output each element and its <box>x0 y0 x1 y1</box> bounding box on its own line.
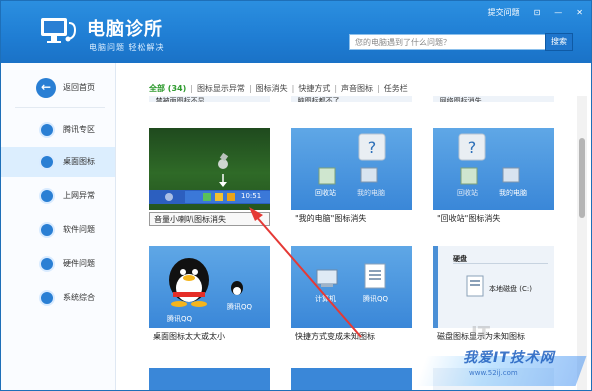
sidebar: ← 返回首页 腾讯专区 桌面图标 上网异常 软件问题 硬件问题 系统综合 <box>1 63 116 390</box>
search-button[interactable]: 搜索 <box>545 33 573 51</box>
recycle-bin-label: 回收站 <box>315 189 336 197</box>
sidebar-item-internet[interactable]: 上网异常 <box>1 181 115 211</box>
divider <box>15 107 105 108</box>
card-caption: "回收站"图标消失 <box>437 214 501 223</box>
card-caption: 快捷方式变成未知图标 <box>295 332 375 341</box>
sidebar-item-label: 桌面图标 <box>63 157 95 166</box>
search-input[interactable]: 您的电脑遇到了什么问题？ <box>349 34 547 50</box>
watermark-logo: 我爱IT技术网 <box>463 350 555 366</box>
partial-card <box>149 368 270 390</box>
disk-c-label: 本地磁盘 (C:) <box>489 285 532 293</box>
help-icon: ? <box>318 133 386 185</box>
card-recycle-bin[interactable]: ? 回收站 我的电脑 "回收站"图标消失 <box>433 128 554 228</box>
qq-label-small: 腾讯QQ <box>227 303 253 311</box>
card-thumbnail: 计算机 腾讯QQ <box>291 246 412 328</box>
app-title: 电脑诊所 <box>87 19 163 40</box>
sidebar-item-system[interactable]: 系统综合 <box>1 283 115 313</box>
window-controls: 提交问题 ⊡ — ✕ <box>488 7 583 18</box>
card-grid: ...禁被面图标不显... ...脑图标都不了 ...网络图标消失 10:51 … <box>117 96 577 390</box>
card-caption: 桌面图标太大或太小 <box>153 332 225 341</box>
card-my-computer[interactable]: ? 回收站 我的电脑 "我的电脑"图标消失 <box>291 128 412 228</box>
card-volume-icon[interactable]: 10:51 音量小喇叭图标消失 <box>149 128 270 228</box>
app-subtitle: 电脑问题 轻松解决 <box>89 43 165 52</box>
back-home-label: 返回首页 <box>63 83 95 92</box>
partial-card: ...网络图标消失 <box>433 96 554 102</box>
tab-icon-missing[interactable]: 图标消失 <box>256 83 288 94</box>
sidebar-item-label: 硬件问题 <box>63 259 95 268</box>
sidebar-item-hardware[interactable]: 硬件问题 <box>1 249 115 279</box>
scrollbar-thumb[interactable] <box>579 138 585 218</box>
sidebar-item-tencent[interactable]: 腾讯专区 <box>1 115 115 145</box>
sidebar-item-label: 软件问题 <box>63 225 95 234</box>
sidebar-item-desktop-icons[interactable]: 桌面图标 <box>1 147 115 177</box>
watermark-url: www.52ij.com <box>469 369 518 377</box>
qq-label: 腾讯QQ <box>167 315 193 323</box>
partial-card: ...禁被面图标不显... <box>149 96 270 102</box>
card-shortcut-unknown[interactable]: 计算机 腾讯QQ 快捷方式变成未知图标 <box>291 246 412 346</box>
tab-shortcut[interactable]: 快捷方式 <box>298 83 330 94</box>
tencent-icon <box>39 122 55 138</box>
partial-card <box>291 368 412 390</box>
skin-icon[interactable]: ⊡ <box>534 8 541 17</box>
svg-text:?: ? <box>368 138 377 157</box>
computer-label: 计算机 <box>315 295 336 303</box>
ie-icon <box>39 188 55 204</box>
card-icon-size[interactable]: 腾讯QQ 腾讯QQ 桌面图标太大或太小 <box>149 246 270 346</box>
header-bar: 电脑诊所 电脑问题 轻松解决 提交问题 ⊡ — ✕ 您的电脑遇到了什么问题？ 搜… <box>1 1 591 63</box>
help-icon: ? <box>458 133 520 185</box>
qq-label: 腾讯QQ <box>363 295 389 303</box>
minimize-button[interactable]: — <box>554 8 562 17</box>
scrollbar[interactable] <box>577 96 587 390</box>
submit-question-link[interactable]: 提交问题 <box>488 7 520 18</box>
recycle-bin-label: 回收站 <box>457 189 478 197</box>
svg-text:?: ? <box>468 138 477 157</box>
my-computer-label: 我的电脑 <box>499 189 527 197</box>
watermark-faint: IT <box>471 323 490 344</box>
sidebar-item-software[interactable]: 软件问题 <box>1 215 115 245</box>
app-window: 电脑诊所 电脑问题 轻松解决 提交问题 ⊡ — ✕ 您的电脑遇到了什么问题？ 搜… <box>0 0 592 391</box>
my-computer-label: 我的电脑 <box>357 189 385 197</box>
back-home-button[interactable]: ← 返回首页 <box>1 75 115 101</box>
card-caption: "我的电脑"图标消失 <box>295 214 367 223</box>
sidebar-item-label: 腾讯专区 <box>63 125 95 134</box>
category-tabs: 全部 (34) | 图标显示异常 | 图标消失 | 快捷方式 | 声音图标 | 任务栏 <box>149 83 408 94</box>
card-thumbnail: ? 回收站 我的电脑 <box>433 128 554 210</box>
monitor-stethoscope-icon <box>41 18 77 43</box>
software-icon <box>39 222 55 238</box>
tab-sound-icon[interactable]: 声音图标 <box>341 83 373 94</box>
card-caption: 音量小喇叭图标消失 <box>149 212 270 226</box>
card-thumbnail: 腾讯QQ 腾讯QQ <box>149 246 270 328</box>
sidebar-item-label: 系统综合 <box>63 293 95 302</box>
card-caption: 磁盘图标显示为未知图标 <box>437 332 525 341</box>
card-thumbnail: 硬盘 本地磁盘 (C:) <box>433 246 554 328</box>
back-arrow-icon: ← <box>36 78 56 98</box>
desktop-icon <box>39 154 55 170</box>
sidebar-item-label: 上网异常 <box>63 191 95 200</box>
card-disk-unknown[interactable]: 硬盘 本地磁盘 (C:) 磁盘图标显示为未知图标 <box>433 246 554 346</box>
close-button[interactable]: ✕ <box>576 8 583 17</box>
computer-icon <box>316 263 386 289</box>
hardware-icon <box>39 256 55 272</box>
card-thumbnail: 10:51 <box>149 128 270 210</box>
windows-icon <box>39 290 55 306</box>
partial-card: ...脑图标都不了 <box>291 96 412 102</box>
tab-all[interactable]: 全部 (34) <box>149 83 186 94</box>
tab-icon-display[interactable]: 图标显示异常 <box>197 83 245 94</box>
clock-text: 10:51 <box>241 192 262 200</box>
tab-taskbar[interactable]: 任务栏 <box>384 83 408 94</box>
card-thumbnail: ? 回收站 我的电脑 <box>291 128 412 210</box>
